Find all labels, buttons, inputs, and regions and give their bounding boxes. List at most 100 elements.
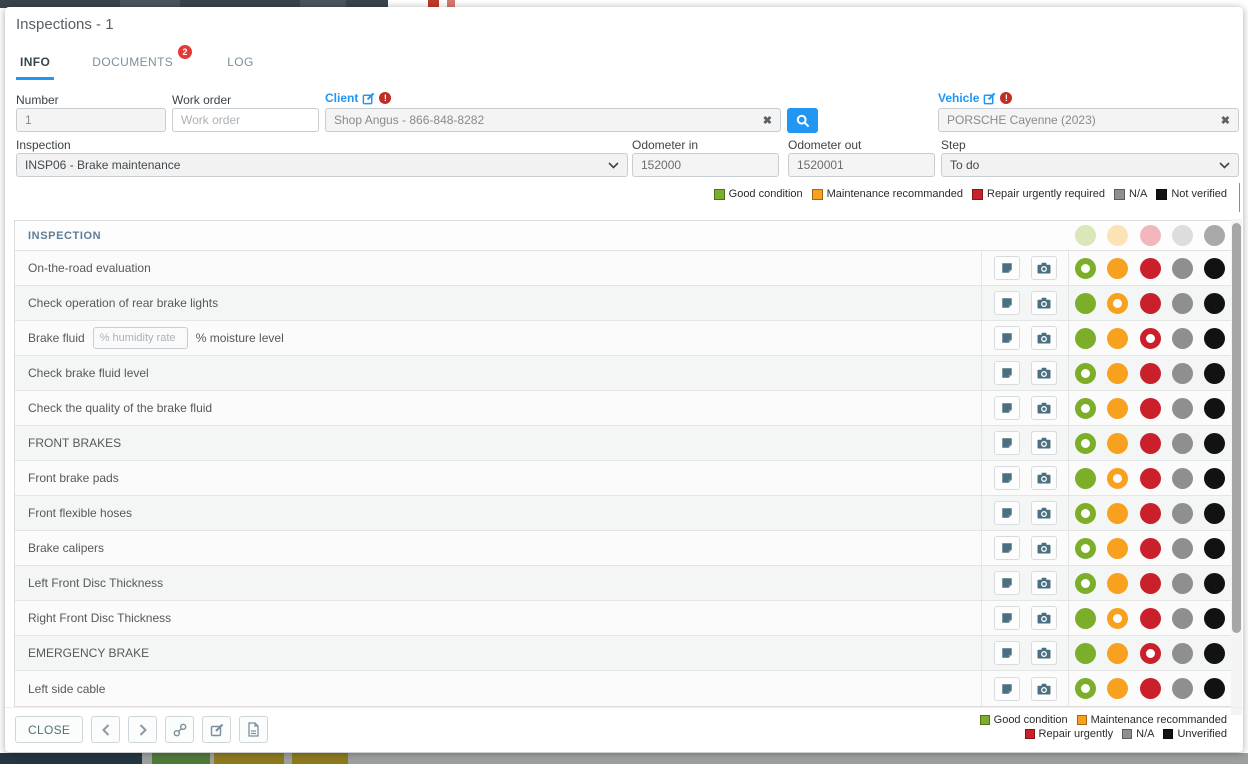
status-circle-not_verified[interactable] [1204,398,1225,419]
camera-button[interactable] [1031,291,1057,315]
client-label[interactable]: Client ! [325,91,391,105]
status-circle-na[interactable] [1172,258,1193,279]
status-circle-not_verified[interactable] [1204,538,1225,559]
status-circle-maintenance[interactable] [1107,468,1128,489]
status-circle-na[interactable] [1172,573,1193,594]
clear-client-icon[interactable]: ✖ [757,114,772,127]
status-circle-not_verified[interactable] [1204,678,1225,699]
status-circle-maintenance[interactable] [1107,643,1128,664]
link-button[interactable] [165,716,194,743]
status-circle-repair[interactable] [1140,538,1161,559]
status-circle-good[interactable] [1075,328,1096,349]
odometer-in-input[interactable] [632,153,779,177]
note-button[interactable] [994,501,1020,525]
note-button[interactable] [994,326,1020,350]
status-circle-not_verified[interactable] [1204,608,1225,629]
note-button[interactable] [994,396,1020,420]
note-button[interactable] [994,571,1020,595]
status-circle-repair[interactable] [1140,433,1161,454]
tab-info[interactable]: INFO [16,49,54,80]
status-circle-not_verified[interactable] [1204,468,1225,489]
tab-log[interactable]: LOG [223,49,258,80]
note-button[interactable] [994,431,1020,455]
status-circle-maintenance[interactable] [1107,573,1128,594]
status-circle-good[interactable] [1075,258,1096,279]
status-circle-not_verified[interactable] [1204,643,1225,664]
vertical-scrollbar[interactable] [1231,219,1242,715]
pdf-button[interactable] [239,716,268,743]
status-circle-good[interactable] [1075,468,1096,489]
edit-button[interactable] [202,716,231,743]
status-circle-not_verified[interactable] [1204,573,1225,594]
status-circle-repair[interactable] [1140,608,1161,629]
camera-button[interactable] [1031,326,1057,350]
client-search-button[interactable] [787,108,818,133]
status-circle-na[interactable] [1172,643,1193,664]
note-button[interactable] [994,677,1020,701]
status-circle-not_verified[interactable] [1204,328,1225,349]
status-circle-repair[interactable] [1140,328,1161,349]
status-circle-na[interactable] [1172,328,1193,349]
camera-button[interactable] [1031,466,1057,490]
camera-button[interactable] [1031,606,1057,630]
status-circle-na[interactable] [1172,363,1193,384]
status-circle-good[interactable] [1075,573,1096,594]
number-input[interactable] [16,108,166,132]
status-circle-maintenance[interactable] [1107,433,1128,454]
status-circle-na[interactable] [1172,433,1193,454]
note-button[interactable] [994,641,1020,665]
close-button[interactable]: CLOSE [15,716,83,743]
vehicle-label[interactable]: Vehicle ! [938,91,1012,105]
work-order-input[interactable] [172,108,319,132]
status-circle-repair[interactable] [1140,573,1161,594]
status-circle-maintenance[interactable] [1107,398,1128,419]
note-button[interactable] [994,466,1020,490]
status-circle-good[interactable] [1075,293,1096,314]
status-circle-maintenance[interactable] [1107,328,1128,349]
status-circle-good[interactable] [1075,363,1096,384]
edit-icon[interactable] [983,92,996,105]
camera-button[interactable] [1031,571,1057,595]
camera-button[interactable] [1031,501,1057,525]
status-circle-repair[interactable] [1140,258,1161,279]
camera-button[interactable] [1031,256,1057,280]
status-circle-repair[interactable] [1140,643,1161,664]
status-circle-not_verified[interactable] [1204,293,1225,314]
status-circle-not_verified[interactable] [1204,363,1225,384]
camera-button[interactable] [1031,677,1057,701]
camera-button[interactable] [1031,536,1057,560]
status-circle-maintenance[interactable] [1107,293,1128,314]
status-circle-good[interactable] [1075,538,1096,559]
status-circle-repair[interactable] [1140,468,1161,489]
clear-vehicle-icon[interactable]: ✖ [1215,114,1230,127]
inspection-select[interactable]: INSP06 - Brake maintenance [16,153,628,177]
previous-button[interactable] [91,716,120,743]
edit-icon[interactable] [362,92,375,105]
status-circle-not_verified[interactable] [1204,433,1225,454]
status-circle-maintenance[interactable] [1107,258,1128,279]
note-button[interactable] [994,606,1020,630]
camera-button[interactable] [1031,641,1057,665]
status-circle-repair[interactable] [1140,293,1161,314]
status-circle-good[interactable] [1075,643,1096,664]
camera-button[interactable] [1031,431,1057,455]
status-circle-maintenance[interactable] [1107,503,1128,524]
status-circle-maintenance[interactable] [1107,538,1128,559]
note-button[interactable] [994,536,1020,560]
status-circle-na[interactable] [1172,468,1193,489]
next-button[interactable] [128,716,157,743]
status-circle-na[interactable] [1172,678,1193,699]
status-circle-maintenance[interactable] [1107,608,1128,629]
status-circle-repair[interactable] [1140,678,1161,699]
status-circle-na[interactable] [1172,293,1193,314]
status-circle-na[interactable] [1172,503,1193,524]
status-circle-not_verified[interactable] [1204,503,1225,524]
status-circle-good[interactable] [1075,608,1096,629]
status-circle-repair[interactable] [1140,503,1161,524]
status-circle-good[interactable] [1075,433,1096,454]
tab-documents[interactable]: DOCUMENTS 2 [88,49,177,80]
status-circle-maintenance[interactable] [1107,678,1128,699]
status-circle-na[interactable] [1172,398,1193,419]
client-input[interactable]: Shop Angus - 866-848-8282 ✖ [325,108,781,132]
status-circle-good[interactable] [1075,678,1096,699]
